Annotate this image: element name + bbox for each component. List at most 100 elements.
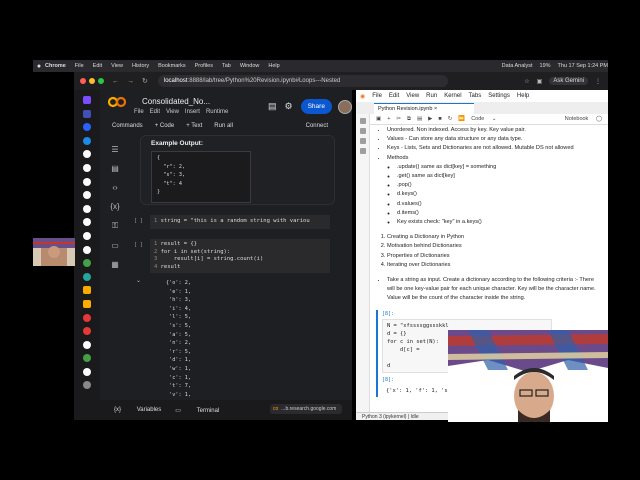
running-icon[interactable] [359, 128, 366, 134]
jup-menu-settings[interactable]: Settings [488, 93, 510, 99]
github-icon[interactable] [83, 163, 91, 172]
menu-window[interactable]: Window [240, 63, 260, 69]
tab-icon[interactable] [83, 96, 91, 104]
menu-tab[interactable]: Tab [222, 63, 231, 69]
battery-percent[interactable]: 19% [540, 63, 551, 69]
colab-menu-file[interactable]: File [134, 109, 144, 115]
cut-icon[interactable]: ✂ [396, 116, 401, 122]
files-icon[interactable]: ▭ [111, 241, 119, 250]
status-data-analyst[interactable]: Data Analyst [502, 63, 533, 69]
close-window-icon[interactable] [80, 78, 86, 84]
add-text-button[interactable]: + Text [186, 123, 202, 129]
ask-gemini-button[interactable]: Ask Gemini [549, 77, 588, 85]
notebook-tab[interactable]: Python Revision.ipynb × [374, 103, 474, 114]
run-cell-button[interactable]: [ ] [134, 218, 143, 224]
table-icon[interactable]: ▦ [111, 260, 119, 269]
github-icon[interactable] [83, 340, 91, 349]
copy-icon[interactable]: ⧉ [407, 116, 411, 123]
tab-icon[interactable] [83, 272, 91, 281]
extensions-icon[interactable] [359, 148, 366, 154]
toast-notification[interactable]: co ...b.research.google.com [270, 404, 342, 414]
comment-icon[interactable]: ▤ [268, 101, 277, 112]
secrets-icon[interactable]: ⚿ [112, 221, 118, 231]
paste-icon[interactable]: ▤ [417, 116, 422, 122]
maximize-window-icon[interactable] [98, 78, 104, 84]
menu-history[interactable]: History [132, 63, 149, 69]
menu-help[interactable]: Help [268, 63, 279, 69]
github-icon[interactable] [83, 245, 91, 254]
run-icon[interactable]: ▶ [428, 116, 432, 122]
restart-icon[interactable]: ↻ [448, 116, 453, 122]
colab-menu-edit[interactable]: Edit [150, 109, 160, 115]
stop-icon[interactable]: ■ [438, 116, 441, 122]
jup-menu-run[interactable]: Run [426, 93, 437, 99]
text-cell[interactable]: Example Output: { "r": 2, "s": 3, "t": 4… [140, 135, 335, 205]
colab-tab-icon[interactable] [83, 299, 91, 308]
jup-menu-file[interactable]: File [372, 93, 382, 99]
github-icon[interactable] [83, 231, 91, 240]
apple-icon[interactable]: ● [33, 63, 45, 70]
github-icon[interactable] [83, 150, 91, 159]
github-icon[interactable] [83, 177, 91, 186]
jup-menu-view[interactable]: View [406, 93, 419, 99]
colab-logo-icon[interactable] [108, 96, 126, 108]
extensions-icon[interactable]: ▣ [537, 78, 543, 85]
github-icon[interactable] [83, 204, 91, 213]
variables-icon[interactable]: {x} [110, 202, 119, 211]
github-icon[interactable] [83, 367, 91, 376]
menu-icon[interactable]: ☰ [111, 145, 118, 154]
collapse-output-icon[interactable]: ⌄ [136, 277, 141, 284]
colab-tab-icon[interactable] [83, 286, 91, 295]
menu-chrome[interactable]: Chrome [45, 63, 66, 69]
cell-type-select[interactable]: Code ⌄ [471, 116, 496, 122]
share-button[interactable]: Share [300, 99, 332, 114]
close-tab-icon[interactable]: × [434, 106, 437, 112]
connect-button[interactable]: Connect [306, 123, 328, 129]
variables-tab[interactable]: {x} Variables [114, 407, 161, 413]
menu-edit[interactable]: Edit [93, 63, 102, 69]
jupyter-logo-icon[interactable]: ◉ [360, 93, 365, 100]
tab-icon[interactable] [83, 123, 91, 132]
github-icon[interactable] [83, 191, 91, 200]
bookmark-star-icon[interactable]: ☆ [524, 78, 529, 85]
tab-icon[interactable] [83, 109, 91, 118]
code-cell-2[interactable]: 1 result = {} 2 for i in set(string): 3 … [150, 239, 330, 273]
tab-icon[interactable] [83, 259, 91, 268]
commands-button[interactable]: Commands [112, 123, 143, 129]
run-all-button[interactable]: Run all [214, 123, 233, 129]
colab-menu-runtime[interactable]: Runtime [206, 109, 228, 115]
notebook-kernel-label[interactable]: Notebook ◯ [565, 116, 602, 122]
code-cell-1[interactable]: 1 string = "this is a random string with… [150, 215, 330, 229]
fast-forward-icon[interactable]: ⏩ [458, 116, 465, 122]
reload-icon[interactable]: ↻ [142, 77, 148, 85]
run-cell-button[interactable]: [ ] [134, 242, 143, 248]
toc-icon[interactable]: ▤ [111, 164, 119, 173]
menu-view[interactable]: View [111, 63, 123, 69]
clock[interactable]: Thu 17 Sep 1:24 PM [558, 63, 608, 69]
menu-file[interactable]: File [75, 63, 84, 69]
menu-bookmarks[interactable]: Bookmarks [158, 63, 186, 69]
github-icon[interactable] [83, 218, 91, 227]
terminal-tab[interactable]: ▭ Terminal [175, 407, 219, 414]
forward-icon[interactable]: → [127, 78, 134, 85]
colab-menu-view[interactable]: View [166, 109, 179, 115]
menu-profiles[interactable]: Profiles [195, 63, 213, 69]
browser-menu-icon[interactable]: ⋮ [595, 78, 601, 85]
add-code-button[interactable]: + Code [155, 123, 175, 129]
back-icon[interactable]: ← [112, 78, 119, 85]
add-cell-icon[interactable]: + [387, 116, 390, 122]
toc-icon[interactable] [359, 138, 366, 144]
file-browser-icon[interactable] [359, 118, 366, 124]
notebook-title[interactable]: Consolidated_No... [142, 97, 210, 106]
jup-menu-tabs[interactable]: Tabs [469, 93, 482, 99]
code-icon[interactable]: ‹› [112, 183, 117, 192]
avatar[interactable] [337, 99, 352, 114]
colab-menu-insert[interactable]: Insert [185, 109, 200, 115]
jup-menu-kernel[interactable]: Kernel [444, 93, 461, 99]
tab-icon[interactable] [83, 354, 91, 363]
tab-icon[interactable] [83, 327, 91, 336]
minimize-window-icon[interactable] [89, 78, 95, 84]
tab-icon[interactable] [83, 136, 91, 145]
tab-icon[interactable] [83, 313, 91, 322]
jup-menu-help[interactable]: Help [517, 93, 529, 99]
